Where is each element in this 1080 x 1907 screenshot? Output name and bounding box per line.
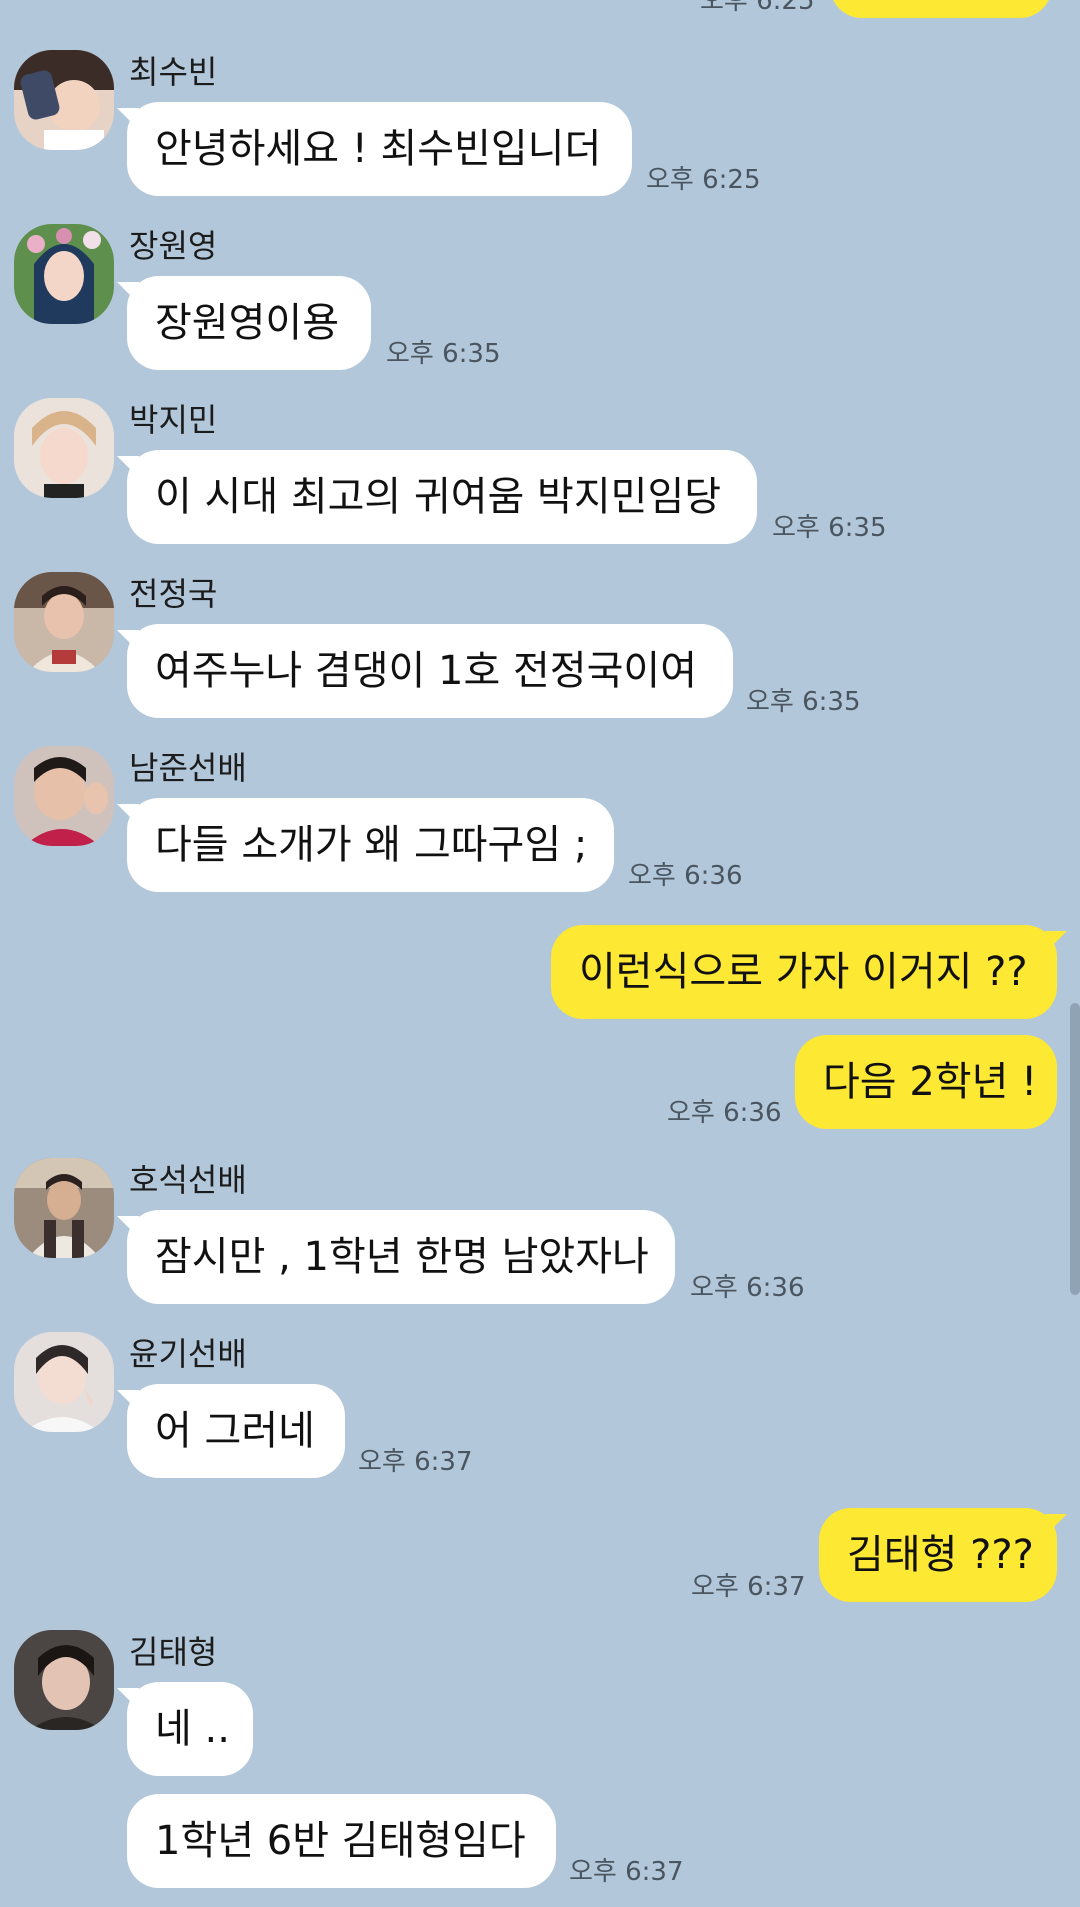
incoming-bubble[interactable]: 다들 소개가 왜 그따구임 ; xyxy=(117,798,614,892)
scrollbar[interactable] xyxy=(1070,1003,1080,1295)
outgoing-bubble[interactable]: 김태형 ??? xyxy=(819,1508,1067,1602)
sender-name: 전정국 xyxy=(129,575,218,613)
chat-room[interactable]: 오후 6:25 최수빈 안녕하세요 ! 최수빈입니더 오후 6:25 장원영 장… xyxy=(0,0,1080,1907)
incoming-bubble[interactable]: 잠시만 , 1학년 한명 남았자나 xyxy=(117,1210,675,1304)
incoming-bubble[interactable]: 이 시대 최고의 귀여움 박지민임당 xyxy=(117,450,757,544)
incoming-bubble[interactable]: 1학년 6반 김태형임다 xyxy=(127,1794,556,1888)
avatar[interactable] xyxy=(14,50,114,150)
incoming-bubble[interactable]: 여주누나 겸댕이 1호 전정국이여 xyxy=(117,624,733,718)
message-time: 오후 6:25 xyxy=(646,165,761,195)
sender-name: 김태형 xyxy=(129,1633,218,1671)
message-time: 오후 6:25 xyxy=(700,0,815,16)
sender-name: 박지민 xyxy=(129,401,218,439)
incoming-bubble[interactable]: 장원영이용 xyxy=(117,276,371,370)
sender-name: 장원영 xyxy=(129,227,218,265)
avatar[interactable] xyxy=(14,1630,114,1730)
incoming-bubble[interactable]: 안녕하세요 ! 최수빈입니더 xyxy=(117,102,632,196)
message-time: 오후 6:35 xyxy=(772,513,887,543)
message-time: 오후 6:36 xyxy=(690,1273,805,1303)
avatar[interactable] xyxy=(14,572,114,672)
message-time: 오후 6:36 xyxy=(628,861,743,891)
avatar[interactable] xyxy=(14,746,114,846)
incoming-bubble[interactable]: 어 그러네 xyxy=(117,1384,345,1478)
avatar[interactable] xyxy=(14,1158,114,1258)
sender-name: 호석선배 xyxy=(129,1161,247,1199)
message-time: 오후 6:35 xyxy=(386,339,501,369)
avatar[interactable] xyxy=(14,224,114,324)
sender-name: 윤기선배 xyxy=(129,1335,247,1373)
outgoing-bubble[interactable]: 다음 2학년 ! xyxy=(795,1035,1057,1129)
message-time: 오후 6:37 xyxy=(691,1572,806,1602)
message-time: 오후 6:37 xyxy=(358,1447,473,1477)
message-time: 오후 6:36 xyxy=(667,1098,782,1128)
avatar[interactable] xyxy=(14,1332,114,1432)
avatar[interactable] xyxy=(14,398,114,498)
sender-name: 남준선배 xyxy=(129,749,247,787)
outgoing-bubble-partial[interactable] xyxy=(830,0,1052,18)
message-time: 오후 6:37 xyxy=(569,1857,684,1887)
incoming-bubble[interactable]: 네 .. xyxy=(117,1682,253,1776)
outgoing-bubble[interactable]: 이런식으로 가자 이거지 ?? xyxy=(551,925,1067,1019)
message-time: 오후 6:35 xyxy=(746,687,861,717)
sender-name: 최수빈 xyxy=(129,53,218,91)
